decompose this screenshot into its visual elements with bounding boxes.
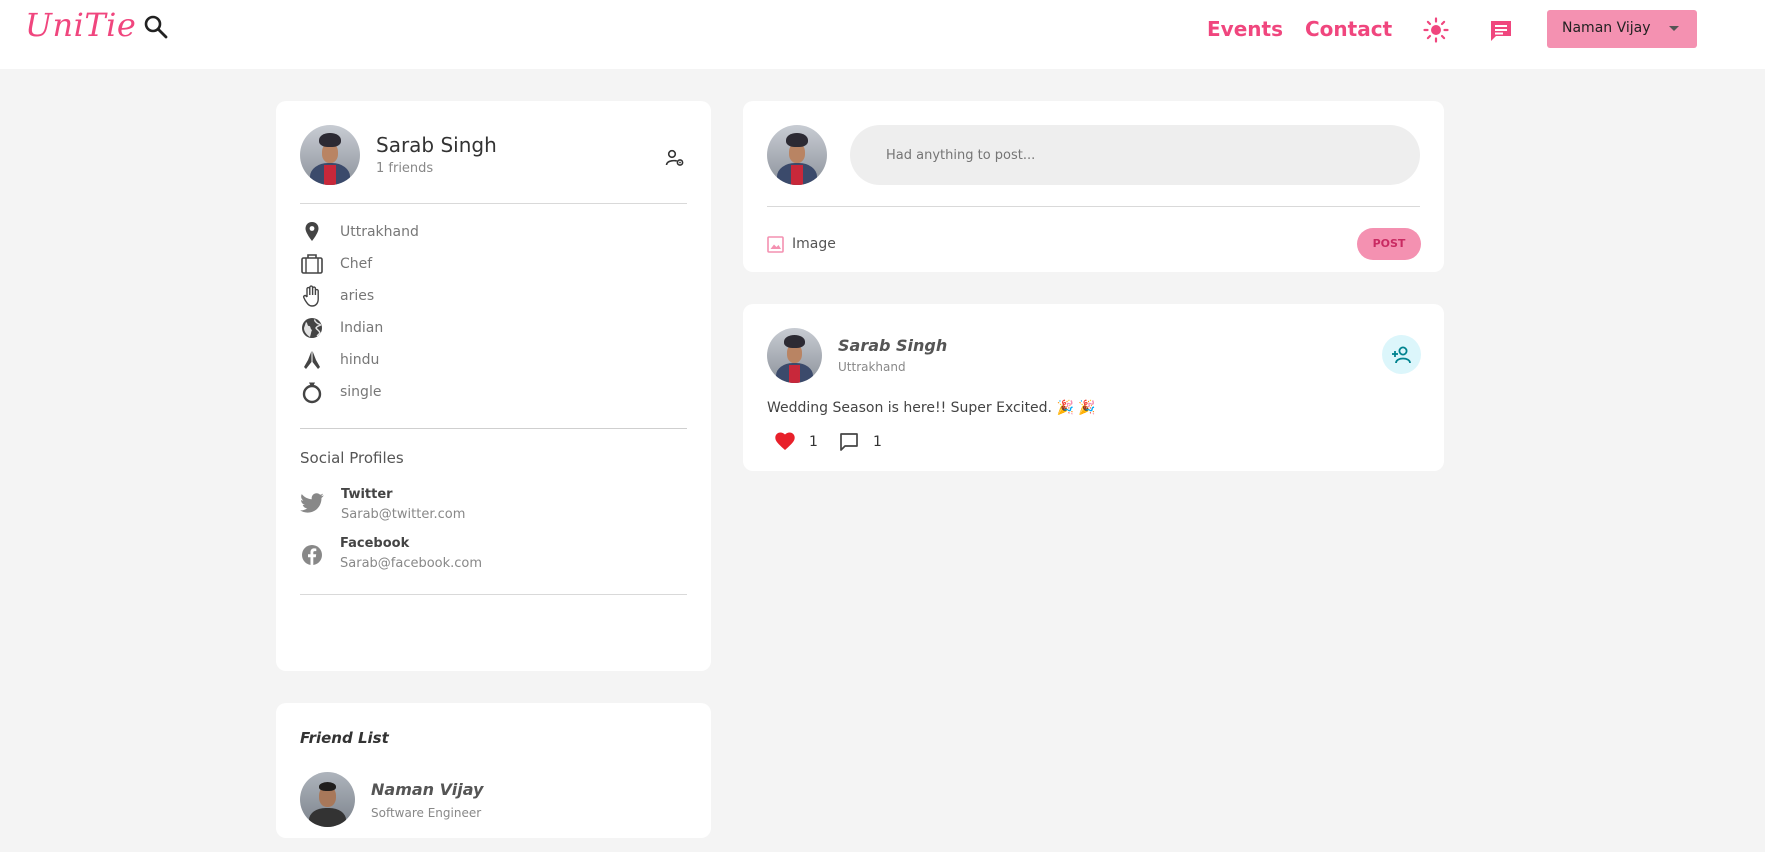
post-composer-card: Image POST [743,101,1444,272]
post-button[interactable]: POST [1357,228,1421,260]
add-image-button[interactable]: Image [767,235,847,255]
briefcase-icon [301,254,323,274]
theme-toggle-button[interactable] [1422,16,1450,44]
friend-list-title: Friend List [300,729,389,747]
user-menu-label: Naman Vijay [1562,20,1651,36]
like-count: 1 [809,434,818,450]
friend-name: Naman Vijay [371,780,484,799]
social-facebook[interactable]: Facebook Sarab@facebook.com [300,536,687,576]
profile-details: Uttrakhand Chef aries Indian hindu singl… [300,220,687,420]
chevron-down-icon [1669,26,1679,31]
detail-relationship-text: single [340,384,382,400]
divider [300,203,687,204]
divider [300,428,687,429]
divider [767,206,1420,207]
nav-events-link[interactable]: Events [1207,17,1283,41]
friend-avatar [300,772,355,827]
detail-occupation-text: Chef [340,256,373,272]
comment-count: 1 [873,434,882,450]
comment-button[interactable]: 1 [839,430,889,454]
sun-icon [1423,17,1449,43]
post-author-avatar [767,328,822,383]
location-pin-icon [305,222,319,241]
app-logo[interactable]: UniTie [25,6,136,44]
hand-icon [303,285,319,307]
profile-name: Sarab Singh [376,133,497,157]
social-twitter[interactable]: Twitter Sarab@twitter.com [300,487,687,527]
top-navbar: UniTie Events Contact Naman Vijay [0,0,1765,69]
post-author-name[interactable]: Sarab Singh [838,336,947,355]
manage-profile-button[interactable] [665,148,685,168]
profile-friend-count: 1 friends [376,161,434,176]
add-friend-icon [1392,346,1411,364]
messages-button[interactable] [1488,18,1514,44]
friend-list-card: Friend List Naman Vijay Software Enginee… [276,703,711,838]
image-label: Image [792,236,836,252]
praying-hands-icon [304,351,320,369]
profile-avatar [300,125,360,185]
comment-icon [840,433,858,451]
nav-contact-link[interactable]: Contact [1305,17,1392,41]
search-button[interactable] [142,13,170,41]
friend-role: Software Engineer [371,806,482,820]
post-card: Sarab Singh Uttrakhand Wedding Season is… [743,304,1444,471]
detail-religion-text: hindu [340,352,380,368]
ring-icon [302,382,322,404]
detail-location-text: Uttrakhand [340,224,419,240]
facebook-handle: Sarab@facebook.com [340,556,483,571]
search-icon [144,15,168,39]
chat-icon [1491,21,1511,41]
composer-avatar [767,125,827,185]
heart-icon [775,432,795,450]
post-author-location: Uttrakhand [838,360,906,374]
detail-nationality-text: Indian [340,320,384,336]
twitter-icon [300,493,324,513]
twitter-label: Twitter [341,487,393,502]
image-icon [767,236,784,253]
post-input[interactable] [850,125,1420,185]
user-menu-button[interactable]: Naman Vijay [1547,10,1697,48]
twitter-handle: Sarab@twitter.com [341,507,466,522]
add-friend-button[interactable] [1382,335,1421,374]
facebook-icon [302,545,322,565]
post-text: Wedding Season is here!! Super Excited. … [767,400,1096,416]
facebook-label: Facebook [340,536,410,551]
like-button[interactable]: 1 [775,430,825,454]
friend-list-item[interactable]: Naman Vijay Software Engineer [300,772,600,828]
social-profiles-title: Social Profiles [300,449,404,467]
detail-zodiac-text: aries [340,288,375,304]
user-settings-icon [665,149,684,166]
globe-icon [302,318,322,338]
divider [300,594,687,595]
profile-card: Sarab Singh 1 friends Uttrakhand Chef ar… [276,101,711,671]
